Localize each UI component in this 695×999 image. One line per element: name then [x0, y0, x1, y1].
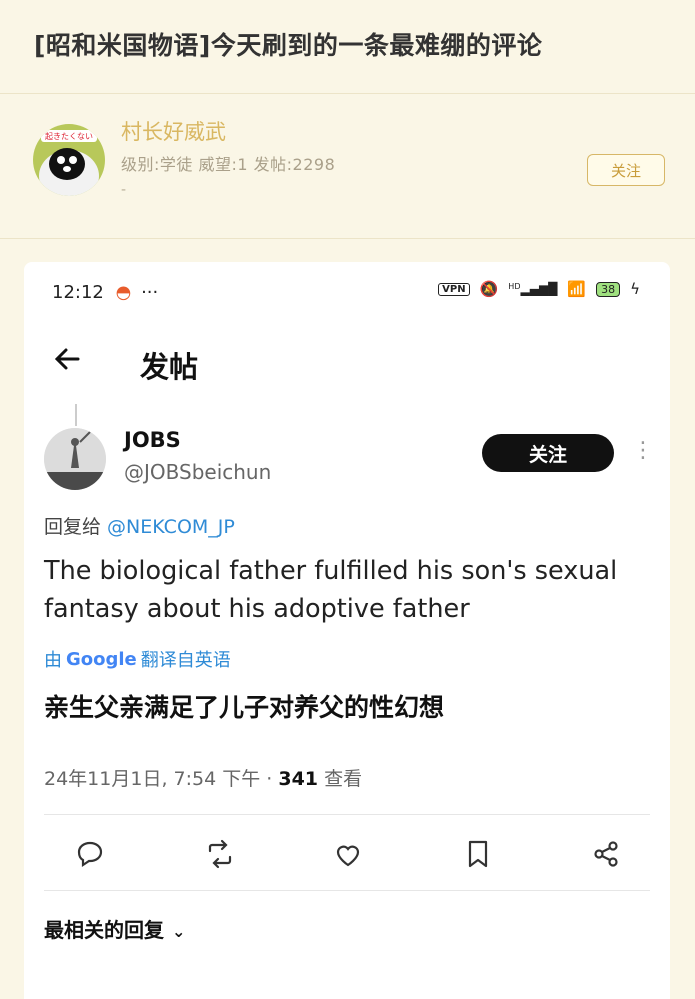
status-time: 12:12 ◓ ··· [52, 282, 158, 303]
tweet-actions [24, 834, 670, 884]
author-avatar[interactable]: 起きたくない [33, 124, 105, 196]
tweet-navbar: 发帖 [24, 330, 670, 400]
views-label: 查看 [318, 768, 363, 790]
chevron-down-icon: ⌄ [172, 922, 186, 941]
wifi-icon: 📶 [567, 280, 587, 298]
retweet-icon[interactable] [200, 834, 240, 874]
google-logo: Google [66, 648, 137, 670]
post-title: [昭和米国物语]今天刷到的一条最难绷的评论 [34, 31, 543, 60]
like-icon[interactable] [328, 834, 368, 874]
tweet-follow-button[interactable]: 关注 [482, 434, 614, 472]
translate-line[interactable]: 由 Google 翻译自英语 [44, 646, 231, 672]
tweet-display-name[interactable]: JOBS [124, 428, 181, 452]
more-options-icon[interactable]: ⋮ [632, 438, 654, 463]
reply-to-line: 回复给 @NEKCOM_JP [44, 512, 235, 539]
author-extra: - [121, 182, 127, 198]
reply-handle-link[interactable]: @NEKCOM_JP [107, 516, 235, 538]
replies-sort-dropdown[interactable]: 最相关的回复 ⌄ [44, 914, 185, 943]
tweet-handle[interactable]: @JOBSbeichun [124, 460, 271, 484]
battery-icon: 38 [596, 281, 621, 297]
views-count: 341 [278, 768, 319, 790]
mute-icon: 🔕 [479, 280, 499, 298]
signal-icon: HD▂▄▆█ [508, 282, 558, 296]
tweet-timestamp: 24年11月1日, 7:54 下午 · [44, 768, 279, 790]
thread-connector [75, 404, 77, 426]
phone-status-bar: 12:12 ◓ ··· VPN 🔕 HD▂▄▆█ 📶 38 ϟ [24, 262, 670, 324]
status-icons: VPN 🔕 HD▂▄▆█ 📶 38 ϟ [438, 280, 640, 298]
share-icon[interactable] [586, 834, 626, 874]
tweet-user-avatar[interactable] [44, 428, 106, 490]
translated-text: 亲生父亲满足了儿子对养父的性幻想 [44, 693, 445, 722]
vpn-icon: VPN [438, 282, 470, 296]
translate-label: 翻译自英语 [140, 650, 231, 671]
author-row: 起きたくない 村长好威武 级别:学徒 威望:1 发帖:2298 - 关注 [0, 94, 695, 239]
reply-icon[interactable] [70, 834, 110, 874]
avatar-image: 起きたくない [33, 124, 105, 196]
tweet-meta: 24年11月1日, 7:54 下午 · 341 查看 [44, 764, 362, 791]
translate-by: 由 [44, 650, 62, 671]
author-meta: 级别:学徒 威望:1 发帖:2298 [121, 155, 336, 174]
reply-prefix: 回复给 [44, 516, 108, 538]
bookmark-icon[interactable] [458, 834, 498, 874]
author-name[interactable]: 村长好威武 [121, 116, 226, 146]
nav-title: 发帖 [140, 350, 199, 384]
hd-label: HD [508, 282, 521, 291]
back-arrow-icon[interactable] [52, 344, 82, 382]
notification-icon: ◓ [115, 282, 132, 303]
replies-sort-label: 最相关的回复 [44, 918, 164, 942]
status-more-dots: ··· [141, 282, 159, 303]
tweet-text: The biological father fulfilled his son'… [44, 556, 618, 624]
post-title-bar: [昭和米国物语]今天刷到的一条最难绷的评论 [0, 0, 695, 94]
divider-bottom [44, 890, 650, 891]
embedded-screenshot: 12:12 ◓ ··· VPN 🔕 HD▂▄▆█ 📶 38 ϟ 发帖 JOBS … [24, 262, 670, 999]
charging-icon: ϟ [630, 280, 640, 298]
status-time-text: 12:12 [52, 282, 104, 303]
avatar-caption: 起きたくない [45, 132, 93, 141]
follow-author-button[interactable]: 关注 [587, 154, 665, 186]
divider-top [44, 814, 650, 815]
